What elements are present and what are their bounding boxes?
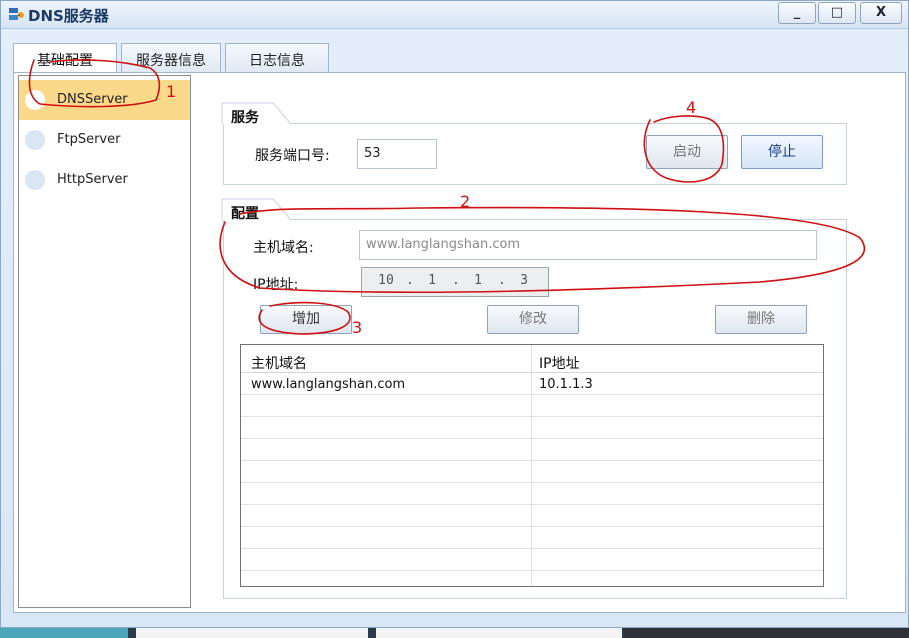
maximize-button[interactable]: □	[818, 2, 856, 24]
table-row-empty	[241, 484, 823, 505]
server-item-label: DNSServer	[57, 92, 128, 107]
taskbar-segment	[624, 628, 909, 638]
tab-server-info[interactable]: 服务器信息	[121, 43, 221, 73]
server-bullet-icon	[25, 130, 45, 150]
start-button[interactable]: 启动	[646, 135, 728, 169]
server-bullet-icon	[25, 90, 45, 110]
config-group-title: 配置	[231, 203, 259, 223]
column-header-ip[interactable]: IP地址	[539, 353, 580, 373]
ip-octet-1[interactable]: 10	[374, 273, 398, 288]
ip-separator: .	[498, 273, 506, 288]
table-row-empty	[241, 418, 823, 439]
table-row-empty	[241, 506, 823, 527]
ip-separator: .	[452, 273, 460, 288]
port-label: 服务端口号:	[255, 148, 330, 164]
server-list: DNSServer FtpServer HttpServer	[18, 75, 191, 608]
taskbar-segment	[376, 628, 622, 638]
taskbar-segment	[136, 628, 368, 638]
window-title: DNS服务器	[28, 7, 109, 25]
server-bullet-icon	[25, 170, 45, 190]
column-header-domain[interactable]: 主机域名	[251, 353, 307, 373]
taskbar-strip	[0, 628, 909, 638]
table-row-empty	[241, 528, 823, 549]
tab-log-info[interactable]: 日志信息	[225, 43, 329, 73]
table-row-empty	[241, 440, 823, 461]
cell-ip: 10.1.1.3	[539, 377, 593, 392]
stop-button[interactable]: 停止	[741, 135, 823, 169]
service-group-title: 服务	[231, 107, 259, 127]
server-item-label: FtpServer	[57, 132, 121, 147]
dns-server-window: DNS服务器 _ □ X 基础配置 服务器信息 日志信息 DNSServer F…	[0, 0, 909, 628]
ip-octet-2[interactable]: 1	[420, 273, 444, 288]
modify-button[interactable]: 修改	[487, 305, 579, 334]
table-row-empty	[241, 396, 823, 417]
ip-octet-4[interactable]: 3	[512, 273, 536, 288]
ip-separator: .	[406, 273, 414, 288]
tab-basic-config[interactable]: 基础配置	[13, 43, 117, 74]
cell-domain: www.langlangshan.com	[251, 377, 406, 392]
title-bar[interactable]: DNS服务器 _ □ X	[1, 1, 908, 29]
domain-input[interactable]: www.langlangshan.com	[359, 230, 817, 260]
table-row-empty	[241, 462, 823, 483]
port-input[interactable]: 53	[357, 139, 437, 169]
server-item-http[interactable]: HttpServer	[19, 160, 190, 200]
server-item-ftp[interactable]: FtpServer	[19, 120, 190, 160]
server-item-label: HttpServer	[57, 172, 128, 187]
table-row-empty	[241, 550, 823, 571]
close-button[interactable]: X	[860, 2, 902, 24]
table-header: 主机域名 IP地址	[241, 345, 823, 373]
content-panel: DNSServer FtpServer HttpServer 服务 服务端口号:…	[13, 72, 906, 613]
add-button[interactable]: 增加	[260, 305, 352, 334]
domain-label: 主机域名:	[253, 240, 314, 256]
ip-address-input[interactable]: 10 . 1 . 1 . 3	[361, 267, 549, 297]
ip-octet-3[interactable]: 1	[466, 273, 490, 288]
minimize-button[interactable]: _	[778, 2, 816, 24]
server-item-dns[interactable]: DNSServer	[19, 80, 190, 120]
dns-records-table: 主机域名 IP地址 www.langlangshan.com 10.1.1.3	[240, 344, 824, 587]
taskbar-segment	[0, 628, 128, 638]
delete-button[interactable]: 删除	[715, 305, 807, 334]
table-row[interactable]: www.langlangshan.com 10.1.1.3	[241, 374, 823, 395]
server-app-icon	[9, 8, 24, 20]
ip-label: IP地址:	[253, 277, 299, 293]
